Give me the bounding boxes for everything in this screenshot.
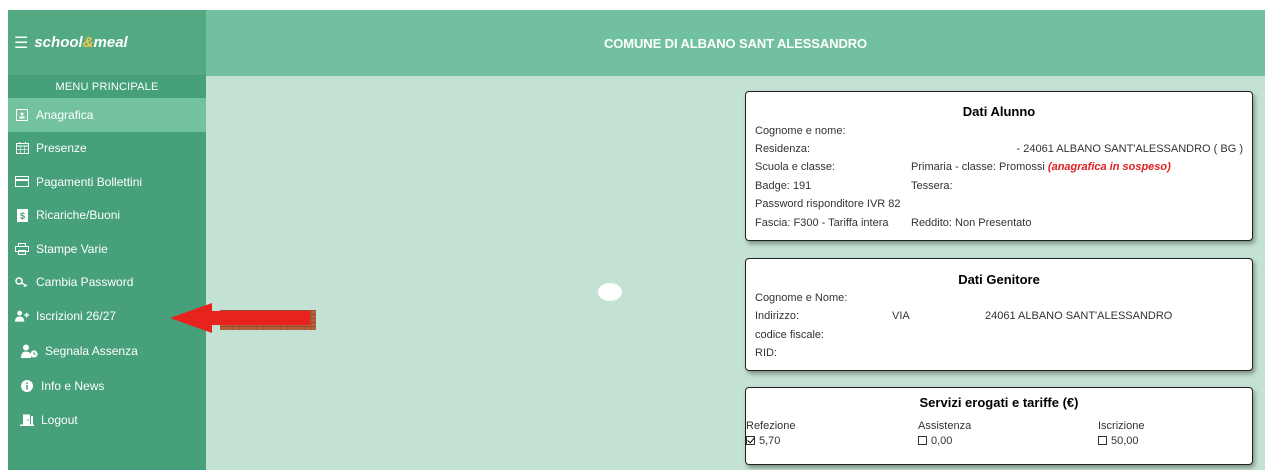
user-clock-icon (20, 344, 38, 358)
white-dot (598, 283, 622, 301)
key-icon (15, 275, 29, 289)
school-meal-logo[interactable]: school&meal (34, 34, 127, 51)
fascia-text: Fascia: F300 - Tariffa intera (755, 217, 889, 229)
sidebar-item-segnala-assenza[interactable]: Segnala Assenza (8, 333, 206, 370)
codice-fiscale-label: codice fiscale: (755, 329, 825, 341)
credit-card-icon (15, 175, 29, 189)
menu-header: MENU PRINCIPALE (55, 80, 159, 93)
hamburger-menu-icon[interactable]: ☰ (14, 33, 28, 53)
sidebar-item-logout[interactable]: Logout (8, 403, 206, 437)
sidebar-item-presenze[interactable]: Presenze (8, 132, 206, 166)
svg-text:$: $ (19, 211, 24, 221)
sidebar-item-label: Pagamenti Bollettini (36, 174, 143, 189)
voucher-icon: $ (15, 208, 29, 222)
brand-bar: ☰ school&meal (8, 10, 206, 75)
password-row: Password risponditore IVR 82 (755, 198, 901, 210)
anagrafica-note: (anagrafica in sospeso) (1047, 161, 1171, 173)
sidebar-item-stampe-varie[interactable]: Stampe Varie (8, 232, 206, 266)
info-icon (20, 379, 34, 393)
sidebar-item-label: Cambia Password (36, 275, 134, 290)
sidebar-item-pagamenti-bollettini[interactable]: Pagamenti Bollettini (8, 165, 206, 199)
assistenza-value[interactable]: 0,00 (918, 435, 952, 447)
indirizzo-via: VIA (892, 310, 910, 322)
sidebar-item-ricariche-buoni[interactable]: $ Ricariche/Buoni (8, 199, 206, 233)
scuola-value: Primaria - classe: Promossi (anagrafica … (911, 161, 1171, 173)
sidebar-item-label: Iscrizioni 26/27 (36, 308, 117, 323)
printer-icon (15, 242, 29, 256)
sidebar-item-label: Presenze (36, 141, 87, 156)
residenza-value: - 24061 ALBANO SANT'ALESSANDRO ( BG ) (1016, 143, 1243, 155)
assistenza-label: Assistenza (918, 420, 972, 432)
scuola-classe: Primaria - classe: Promossi (911, 161, 1045, 173)
sidebar-item-info-news[interactable]: Info e News (8, 370, 206, 404)
user-plus-icon (15, 309, 29, 323)
cognome-nome-label: Cognome e Nome: (755, 292, 848, 304)
indirizzo-label: Indirizzo: (755, 310, 800, 322)
door-exit-icon (20, 413, 34, 427)
top-strip (0, 0, 1265, 10)
refezione-tariffa: 5,70 (759, 435, 781, 447)
iscrizione-value[interactable]: 50,00 (1098, 435, 1139, 447)
sidebar-item-label: Stampe Varie (36, 241, 108, 256)
password-label: Password risponditore IVR (755, 198, 886, 210)
page-header: COMUNE DI ALBANO SANT ALESSANDRO (206, 10, 1265, 76)
sidebar-item-label: Info e News (41, 379, 105, 394)
dati-alunno-panel: Dati Alunno Cognome e nome: Residenza: -… (745, 91, 1253, 241)
assistenza-checkbox[interactable] (918, 436, 927, 445)
app-window: ☰ school&meal MENU PRINCIPALE Anagrafica… (0, 0, 1265, 470)
page-title: COMUNE DI ALBANO SANT ALESSANDRO (603, 35, 868, 51)
sidebar-item-label: Logout (41, 412, 78, 427)
refezione-value[interactable]: 5,70 (746, 435, 780, 447)
sidebar-item-anagrafica[interactable]: Anagrafica (8, 98, 206, 132)
assistenza-tariffa: 0,00 (931, 435, 953, 447)
refezione-checkbox[interactable] (746, 436, 755, 445)
sidebar-item-label: Segnala Assenza (45, 344, 138, 358)
red-arrow-annotation (170, 303, 316, 333)
badge-value: 191 (792, 180, 812, 192)
sidebar-item-label: Ricariche/Buoni (36, 208, 121, 223)
iscrizione-label: Iscrizione (1098, 420, 1145, 432)
scuola-label: Scuola e classe: (755, 161, 836, 173)
calendar-icon (15, 141, 29, 155)
panel-title: Dati Alunno (962, 104, 1036, 119)
sidebar-item-label: Anagrafica (36, 107, 94, 122)
sidebar: ☰ school&meal MENU PRINCIPALE Anagrafica… (8, 10, 206, 470)
panel-title: Dati Genitore (958, 272, 1040, 287)
panel-title: Servizi erogati e tariffe (€) (919, 395, 1079, 410)
badge-row: Badge: 191 (755, 180, 811, 192)
iscrizione-tariffa: 50,00 (1111, 435, 1139, 447)
rid-label: RID: (755, 347, 777, 359)
tessera-label: Tessera: (911, 180, 953, 192)
iscrizione-checkbox[interactable] (1098, 436, 1107, 445)
id-card-icon (15, 108, 29, 122)
reddito-text: Reddito: Non Presentato (911, 217, 1032, 229)
residenza-label: Residenza: (755, 143, 811, 155)
servizi-panel: Servizi erogati e tariffe (€) Refezione … (745, 387, 1253, 465)
badge-label: Badge: (755, 180, 790, 192)
cognome-label: Cognome e nome: (755, 125, 846, 137)
sidebar-item-cambia-password[interactable]: Cambia Password (8, 266, 206, 300)
password-value: 82 (888, 198, 901, 210)
refezione-label: Refezione (746, 420, 796, 432)
dati-genitore-panel: Dati Genitore Cognome e Nome: Indirizzo:… (745, 258, 1253, 371)
indirizzo-value: 24061 ALBANO SANT'ALESSANDRO (985, 310, 1173, 322)
